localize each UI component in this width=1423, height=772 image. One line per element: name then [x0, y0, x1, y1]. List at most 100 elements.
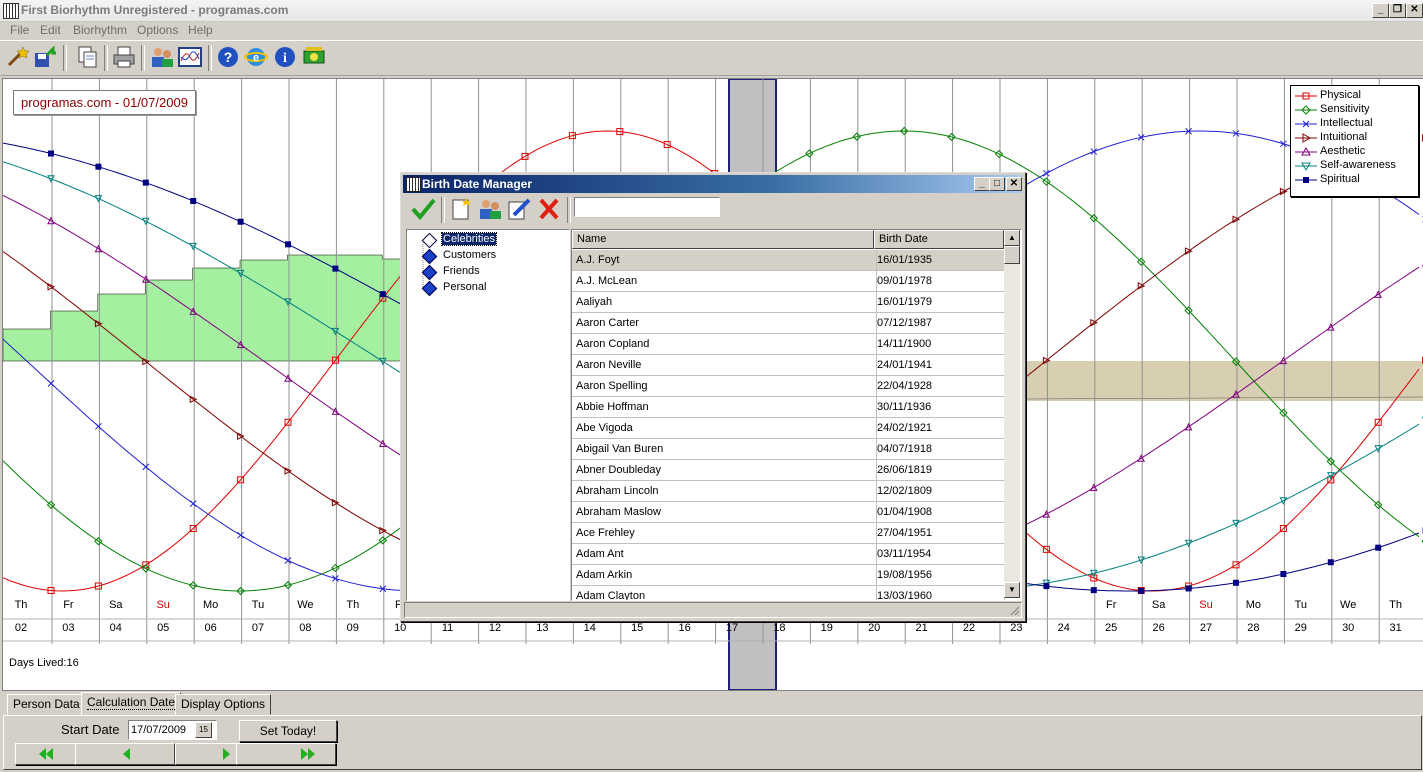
cell-birth-date: 16/01/1935	[873, 250, 1005, 271]
cell-birth-date: 26/06/1819	[873, 460, 1005, 481]
set-today-button[interactable]: Set Today!	[239, 720, 337, 742]
web-icon[interactable]: e	[244, 45, 268, 69]
menu-file[interactable]: File	[10, 23, 29, 37]
cell-name: Abraham Maslow	[572, 502, 877, 523]
data-point	[1090, 148, 1098, 155]
double-arrow-right-icon	[301, 748, 315, 760]
day-name-label: Th	[1389, 599, 1403, 611]
column-header-name[interactable]: Name	[572, 230, 874, 249]
cell-name: Abbie Hoffman	[572, 397, 877, 418]
chart-view-icon[interactable]	[178, 45, 202, 69]
data-point	[1327, 559, 1334, 566]
cell-birth-date: 01/04/1908	[873, 502, 1005, 523]
table-row[interactable]: Aaron Spelling 22/04/1928	[572, 376, 1005, 397]
table-row[interactable]: Abbie Hoffman 30/11/1936	[572, 397, 1005, 418]
resize-grip-icon[interactable]	[1008, 604, 1020, 616]
table-row[interactable]: Abraham Maslow 01/04/1908	[572, 502, 1005, 523]
column-header-birth-date[interactable]: Birth Date	[874, 230, 1004, 249]
dialog-toolbar-separator	[441, 197, 445, 223]
restore-button[interactable]: ❐	[1389, 3, 1406, 18]
chart-date-label: programas.com - 01/07/2009	[13, 90, 196, 115]
table-row[interactable]: Adam Arkin 19/08/1956	[572, 565, 1005, 586]
cell-name: Ace Frehley	[572, 523, 877, 544]
day-number-label: 17	[725, 622, 739, 634]
cell-name: Abner Doubleday	[572, 460, 877, 481]
scroll-thumb[interactable]	[1004, 246, 1020, 264]
day-name-label: Tu	[1294, 599, 1308, 611]
menu-help[interactable]: Help	[188, 23, 213, 37]
table-row[interactable]: Adam Clayton 13/03/1960	[572, 586, 1005, 600]
table-row[interactable]: Aaron Copland 14/11/1900	[572, 334, 1005, 355]
table-row[interactable]: Adam Ant 03/11/1954	[572, 544, 1005, 565]
cell-name: Adam Arkin	[572, 565, 877, 586]
data-point	[332, 575, 339, 582]
tab-calculation-date[interactable]: Calculation Date	[81, 692, 182, 715]
new-document-icon[interactable]	[448, 197, 474, 221]
legend-marker	[1295, 162, 1317, 171]
toolbar-separator	[141, 45, 145, 71]
people-icon[interactable]	[477, 197, 503, 221]
save-export-icon[interactable]	[33, 45, 57, 69]
data-point	[142, 179, 149, 186]
info-icon[interactable]: i	[273, 45, 297, 69]
toolbar-separator	[104, 45, 108, 71]
table-row[interactable]: Abner Doubleday 26/06/1819	[572, 460, 1005, 481]
table-row[interactable]: Abraham Lincoln 12/02/1809	[572, 481, 1005, 502]
cell-birth-date: 14/11/1900	[873, 334, 1005, 355]
calendar-icon[interactable]: 15	[195, 722, 212, 738]
day-number-label: 26	[1152, 622, 1165, 634]
cell-name: Aaliyah	[572, 292, 877, 313]
dialog-minimize-button[interactable]: _	[974, 177, 990, 191]
chart-legend: Physical Sensitivity Intellectual Intuit…	[1290, 85, 1419, 197]
menu-biorhythm[interactable]: Biorhythm	[73, 23, 127, 37]
legend-marker	[1295, 120, 1317, 128]
table-row[interactable]: Aaliyah 16/01/1979	[572, 292, 1005, 313]
wizard-wand-icon[interactable]	[5, 45, 29, 69]
dialog-title-bar[interactable]: Birth Date Manager _ □ ✕	[403, 175, 1022, 193]
delete-icon[interactable]	[536, 197, 562, 221]
dialog-toolbar-separator	[567, 197, 571, 223]
day-name-label: Su	[1199, 599, 1213, 611]
scroll-down-button[interactable]: ▼	[1004, 582, 1020, 598]
day-number-label: 20	[868, 622, 881, 634]
table-row[interactable]: Ace Frehley 27/04/1951	[572, 523, 1005, 544]
scroll-up-button[interactable]: ▲	[1004, 230, 1020, 246]
table-row[interactable]: A.J. McLean 09/01/1978	[572, 271, 1005, 292]
day-name-label: We	[297, 599, 314, 611]
register-money-icon[interactable]	[302, 45, 326, 69]
data-point	[332, 265, 339, 272]
checkmark-icon[interactable]	[410, 197, 436, 221]
cell-birth-date: 30/11/1936	[873, 397, 1005, 418]
data-point	[1090, 587, 1097, 594]
menu-options[interactable]: Options	[137, 23, 178, 37]
tab-person-data[interactable]: Person Data	[7, 694, 86, 715]
table-row[interactable]: A.J. Foyt 16/01/1935	[572, 250, 1005, 271]
help-icon[interactable]: ?	[216, 45, 240, 69]
dialog-status-bar	[404, 602, 1022, 618]
tab-display-options[interactable]: Display Options	[175, 694, 272, 715]
dialog-close-button[interactable]: ✕	[1006, 177, 1022, 191]
table-row[interactable]: Abigail Van Buren 04/07/1918	[572, 439, 1005, 460]
cell-name: Aaron Spelling	[572, 376, 877, 397]
menu-edit[interactable]: Edit	[40, 23, 61, 37]
grid-scrollbar[interactable]: ▲ ▼	[1004, 230, 1020, 598]
birth-date-manager-dialog: Birth Date Manager _ □ ✕ Celebrities Cus…	[400, 172, 1026, 622]
dialog-search-input[interactable]	[574, 197, 720, 217]
close-button[interactable]: ✕	[1406, 3, 1423, 18]
svg-text:i: i	[283, 51, 287, 66]
previous-button[interactable]	[75, 743, 175, 765]
minimize-button[interactable]: _	[1372, 3, 1389, 18]
day-number-label: 04	[109, 622, 122, 634]
table-row[interactable]: Abe Vigoda 24/02/1921	[572, 418, 1005, 439]
last-page-button[interactable]	[236, 743, 336, 765]
table-row[interactable]: Aaron Neville 24/01/1941	[572, 355, 1005, 376]
copy-icon[interactable]	[76, 45, 100, 69]
people-icon[interactable]	[150, 45, 174, 69]
dialog-maximize-button[interactable]: □	[989, 177, 1005, 191]
print-icon[interactable]	[112, 45, 136, 69]
day-number-label: 25	[1105, 622, 1118, 634]
table-row[interactable]: Aaron Carter 07/12/1987	[572, 313, 1005, 334]
day-number-label: 07	[251, 622, 265, 634]
day-number-label: 03	[62, 622, 75, 634]
edit-icon[interactable]	[506, 197, 532, 221]
